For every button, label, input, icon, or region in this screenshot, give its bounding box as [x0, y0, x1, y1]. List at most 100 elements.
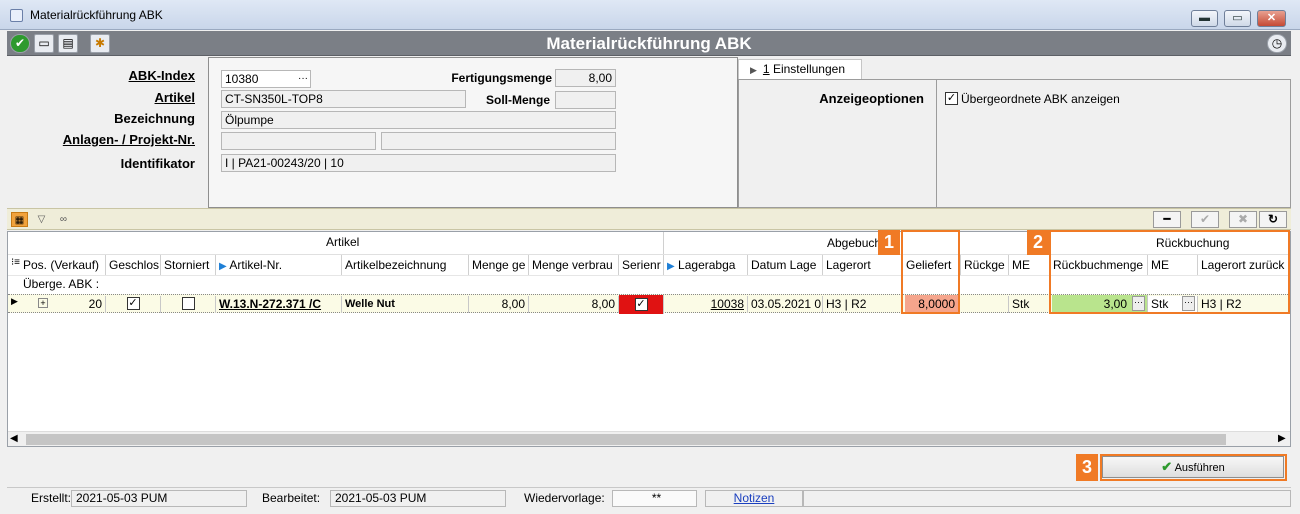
abk-index-label[interactable]: ABK-Index — [100, 68, 195, 83]
geschlossen-checkbox[interactable]: ✓ — [126, 297, 140, 310]
col-rueckgegeben[interactable]: Rückge — [961, 255, 1009, 275]
grid-toolbar: ▦ ▽ ∞ ━ ✔ ✖ ↻ — [7, 208, 1291, 230]
sollmenge-field — [555, 91, 616, 109]
cell-geschlossen: ✓ — [106, 296, 161, 313]
clock-icon[interactable]: ◷ — [1267, 34, 1287, 53]
fertigungsmenge-field: 8,00 — [555, 69, 616, 87]
ausfuehren-label: Ausführen — [1174, 462, 1225, 474]
cell-me: Stk — [1009, 296, 1050, 313]
anzeigeoptionen-label: Anzeigeoptionen — [819, 91, 924, 106]
tab-label: Einstellungen — [769, 62, 845, 76]
filter-icon[interactable]: ▽ — [33, 212, 50, 227]
anlagen-label[interactable]: Anlagen- / Projekt-Nr. — [20, 132, 195, 147]
col-artikel-nr[interactable]: ▶ Artikel-Nr. — [216, 255, 342, 275]
column-chooser-icon[interactable]: ⁝≡ — [11, 257, 20, 268]
bearbeitet-label: Bearbeitet: — [262, 491, 321, 505]
refresh-button[interactable]: ↻ — [1259, 211, 1287, 228]
sort-icon: ▶ — [219, 261, 227, 272]
window-title: Materialrückführung ABK — [30, 8, 163, 22]
storniert-checkbox[interactable] — [181, 297, 195, 310]
cell-menge-ge: 8,00 — [469, 296, 529, 313]
scroll-thumb[interactable] — [26, 434, 1226, 445]
abk-index-lookup-button[interactable]: ··· — [298, 71, 308, 87]
bezeichnung-label: Bezeichnung — [114, 111, 195, 126]
notizen-link[interactable]: Notizen — [705, 490, 803, 507]
badge-2: 2 — [1027, 230, 1049, 255]
cell-bezeichnung: Welle Nut — [342, 296, 469, 313]
wiedervorlage-field[interactable]: ** — [612, 490, 697, 507]
cell-lagerabgang[interactable]: 10038 — [664, 296, 748, 313]
highlight-box-2 — [1049, 230, 1290, 314]
scroll-right-icon[interactable]: ▶ — [1278, 433, 1286, 444]
col-serien[interactable]: Serienr — [619, 255, 664, 275]
col-menge-verbraucht[interactable]: Menge verbrau — [529, 255, 619, 275]
header-band: ✔ ▭ ▤ ✱ Materialrückführung ABK ◷ — [7, 31, 1291, 56]
erstellt-label: Erstellt: — [31, 491, 72, 505]
status-bar: Erstellt: 2021-05-03 PUM Bearbeitet: 202… — [7, 487, 1291, 508]
cancel-button[interactable]: ✖ — [1229, 211, 1257, 228]
sollmenge-label: Soll-Menge — [485, 93, 550, 107]
col-lagerort[interactable]: Lagerort — [823, 255, 903, 275]
tab-einstellungen[interactable]: ▶ 1 Einstellungen — [738, 59, 862, 79]
app-icon — [10, 9, 23, 22]
col-artikel-nr-label: Artikel-Nr. — [229, 258, 283, 272]
cell-serien: ✓ — [619, 295, 664, 314]
col-datum[interactable]: Datum Lage — [748, 255, 823, 275]
group-header-artikel: Artikel — [326, 235, 360, 249]
col-lagerabgang[interactable]: ▶ Lagerabga — [664, 255, 748, 275]
bezeichnung-field: Ölpumpe — [221, 111, 616, 129]
minimize-button[interactable]: ▬ — [1191, 10, 1218, 27]
identifikator-label: Identifikator — [120, 156, 195, 171]
cell-artikel-nr[interactable]: W.13.N-272.371 /C — [216, 296, 342, 313]
badge-3: 3 — [1076, 454, 1098, 481]
col-pos[interactable]: Pos. (Verkauf) — [20, 255, 106, 275]
anlagen-field-2 — [381, 132, 616, 150]
horizontal-scrollbar[interactable]: ◀ ▶ — [8, 431, 1290, 446]
cell-menge-verbraucht: 8,00 — [529, 296, 619, 313]
page-title: Materialrückführung ABK — [546, 34, 752, 53]
window-titlebar: Materialrückführung ABK ▬ ▭ ✕ — [0, 0, 1300, 30]
restore-button[interactable]: ▭ — [1224, 10, 1251, 27]
uebergeordnete-abk-checkbox[interactable]: ✓ — [945, 92, 958, 105]
cell-datum: 03.05.2021 0 — [748, 296, 823, 313]
cell-pos: 20 — [53, 296, 106, 313]
col-artikelbezeichnung[interactable]: Artikelbezeichnung — [342, 255, 469, 275]
group-header-abgebuchung: Abgebuch — [827, 236, 882, 250]
cell-lagerort: H3 | R2 — [823, 296, 903, 313]
abk-index-input[interactable]: 10380 ··· — [221, 70, 311, 88]
tab-key: 1 — [762, 62, 770, 76]
serien-checkbox[interactable]: ✓ — [634, 298, 648, 311]
fertigungsmenge-label: Fertigungsmenge — [451, 71, 552, 85]
col-me[interactable]: ME — [1009, 255, 1050, 275]
group-row-label: Überge. ABK : — [23, 277, 100, 291]
glasses-icon[interactable]: ∞ — [55, 212, 72, 227]
col-lagerabgang-label: Lagerabga — [678, 258, 736, 272]
cell-storniert — [161, 296, 216, 313]
ausfuehren-button[interactable]: ✔ Ausführen — [1102, 456, 1284, 478]
artikel-field: CT-SN350L-TOP8 — [221, 90, 466, 108]
identifikator-field: I | PA21-00243/20 | 10 — [221, 154, 616, 172]
tab-arrow-icon: ▶ — [750, 65, 757, 75]
cell-rueckgegeben — [961, 296, 1009, 313]
erstellt-field: 2021-05-03 PUM — [71, 490, 247, 507]
artikel-label[interactable]: Artikel — [100, 90, 195, 105]
highlight-box-1 — [901, 230, 960, 314]
row-indicator-icon: ▶ — [11, 296, 18, 306]
wiedervorlage-label: Wiedervorlage: — [524, 491, 605, 505]
close-button[interactable]: ✕ — [1257, 10, 1286, 27]
abk-index-value: 10380 — [225, 72, 259, 86]
remove-row-button[interactable]: ━ — [1153, 211, 1181, 228]
col-geschlossen[interactable]: Geschlos — [106, 255, 161, 275]
sort-icon: ▶ — [667, 261, 675, 272]
col-storniert[interactable]: Storniert — [161, 255, 216, 275]
scroll-left-icon[interactable]: ◀ — [10, 433, 18, 444]
expand-icon[interactable]: + — [38, 298, 48, 308]
confirm-button[interactable]: ✔ — [1191, 211, 1219, 228]
grid-layout-icon[interactable]: ▦ — [11, 212, 28, 227]
check-icon: ✔ — [1161, 459, 1173, 474]
uebergeordnete-abk-label: Übergeordnete ABK anzeigen — [961, 92, 1120, 106]
col-menge-ge[interactable]: Menge ge — [469, 255, 529, 275]
status-empty-field — [803, 490, 1291, 507]
anlagen-field-1 — [221, 132, 376, 150]
bearbeitet-field: 2021-05-03 PUM — [330, 490, 506, 507]
